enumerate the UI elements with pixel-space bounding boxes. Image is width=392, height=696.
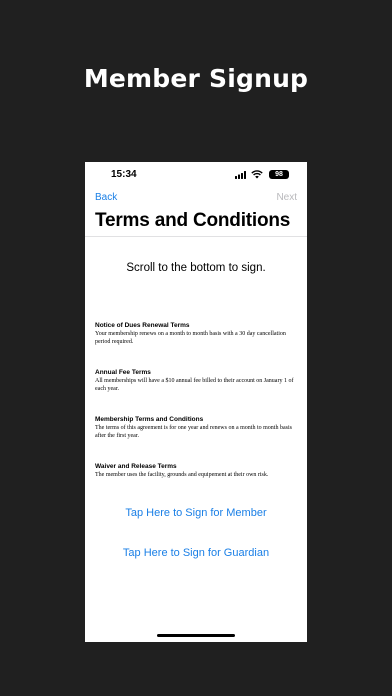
section-title: Notice of Dues Renewal Terms bbox=[95, 322, 190, 329]
section-title: Annual Fee Terms bbox=[95, 369, 151, 376]
next-button[interactable]: Next bbox=[276, 192, 297, 203]
terms-section-dues-renewal: Notice of Dues Renewal Terms Your member… bbox=[95, 322, 299, 346]
status-bar: 15:34 98 bbox=[85, 162, 307, 188]
section-body: All memberships will have a $10 annual f… bbox=[95, 378, 294, 392]
home-indicator[interactable] bbox=[157, 634, 235, 637]
section-title: Waiver and Release Terms bbox=[95, 463, 177, 470]
terms-section-membership: Membership Terms and Conditions The term… bbox=[95, 416, 299, 440]
back-button[interactable]: Back bbox=[95, 192, 117, 203]
scroll-hint: Scroll to the bottom to sign. bbox=[126, 262, 266, 274]
section-body: Your membership renews on a month to mon… bbox=[95, 331, 286, 345]
battery-icon: 98 bbox=[269, 170, 289, 179]
promo-title: Member Signup bbox=[83, 64, 309, 93]
terms-section-waiver: Waiver and Release Terms The member uses… bbox=[95, 463, 299, 479]
sign-member-button[interactable]: Tap Here to Sign for Member bbox=[85, 507, 307, 519]
status-time: 15:34 bbox=[111, 169, 137, 180]
section-body: The terms of this agreement is for one y… bbox=[95, 425, 292, 439]
phone-screen: 15:34 98 Back Next Terms and Conditions … bbox=[85, 162, 307, 642]
wifi-icon bbox=[251, 170, 263, 179]
page-title: Terms and Conditions bbox=[95, 210, 291, 231]
header-divider bbox=[85, 236, 307, 237]
section-title: Membership Terms and Conditions bbox=[95, 416, 204, 423]
terms-section-annual-fee: Annual Fee Terms All memberships will ha… bbox=[95, 369, 299, 393]
sign-guardian-button[interactable]: Tap Here to Sign for Guardian bbox=[85, 547, 307, 559]
cellular-signal-icon bbox=[235, 171, 246, 179]
section-body: The member uses the facility, grounds an… bbox=[95, 472, 269, 478]
